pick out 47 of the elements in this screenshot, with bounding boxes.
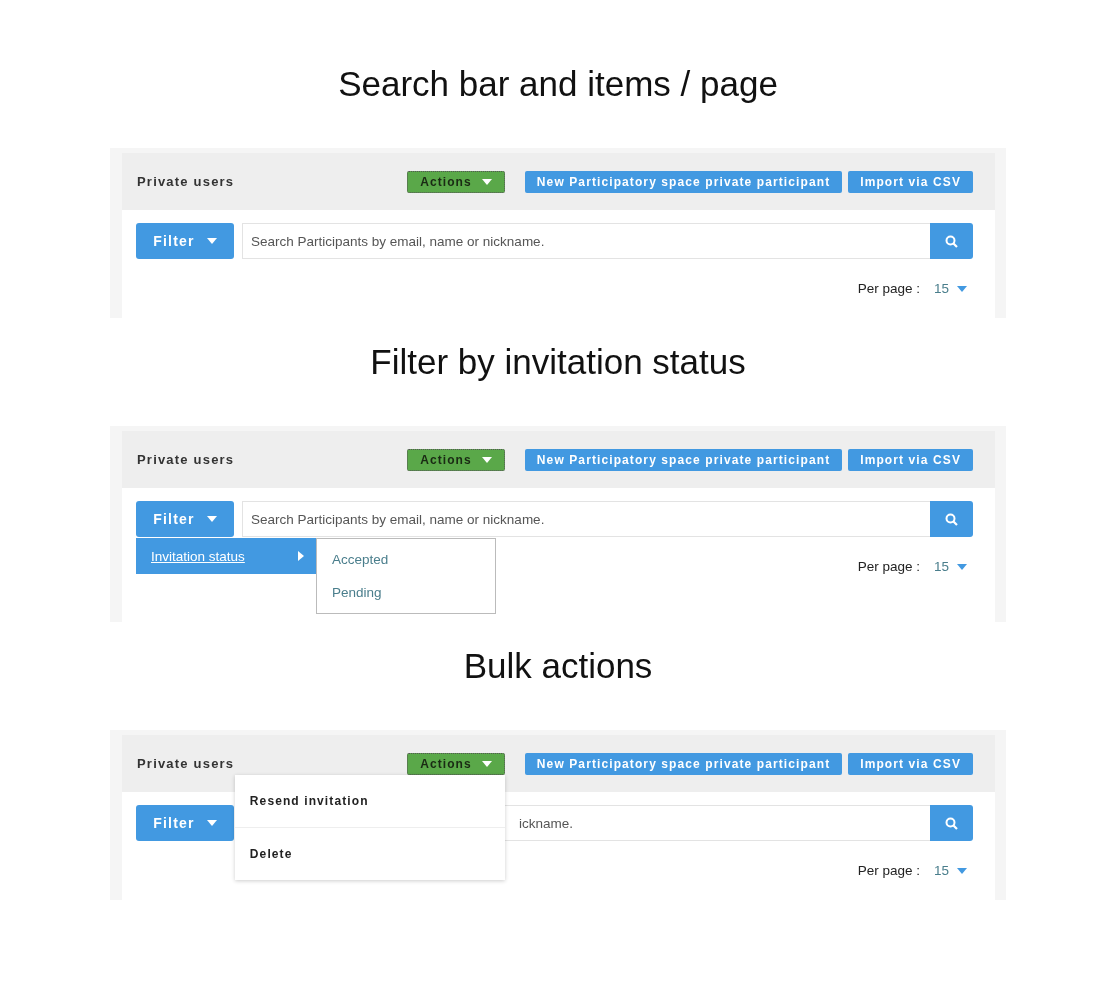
- caret-icon: [481, 178, 492, 185]
- caret-icon: [957, 867, 967, 874]
- header-button[interactable]: New Participatory space private participant: [524, 170, 843, 193]
- menu-item[interactable]: Delete: [234, 826, 505, 880]
- search-icon: [945, 816, 958, 830]
- search-field[interactable]: Search Participants by email, name or nickname.: [242, 223, 930, 259]
- filter-button[interactable]: Filter: [136, 223, 234, 259]
- header-button[interactable]: Import via CSV: [848, 170, 973, 193]
- caret-icon: [957, 563, 967, 570]
- caret-icon: [206, 516, 217, 522]
- filter-button[interactable]: Filter: [136, 501, 234, 537]
- search-button[interactable]: [930, 805, 973, 841]
- section-heading: Search bar and items / page: [338, 63, 778, 105]
- panel-title: Private users: [137, 174, 235, 189]
- section-heading: Bulk actions: [463, 645, 653, 687]
- filter-button[interactable]: Filter: [136, 805, 234, 841]
- section-heading: Filter by invitation status: [370, 341, 746, 383]
- arrow-right-icon: [298, 551, 304, 561]
- header-button[interactable]: New Participatory space private participant: [524, 448, 843, 471]
- search-button[interactable]: [930, 501, 973, 537]
- header-button[interactable]: Import via CSV: [848, 448, 973, 471]
- header-button[interactable]: New Participatory space private participant: [524, 752, 843, 775]
- per-page-select[interactable]: 15: [933, 281, 967, 296]
- submenu-item[interactable]: Accepted: [317, 543, 495, 576]
- actions-button[interactable]: Actions: [407, 448, 505, 471]
- search-icon: [945, 234, 958, 248]
- panel-title: Private users: [137, 756, 235, 771]
- caret-icon: [206, 820, 217, 826]
- caret-icon: [957, 285, 967, 292]
- filter-menu-item[interactable]: Invitation status: [136, 538, 316, 574]
- per-page-select[interactable]: 15: [933, 559, 967, 574]
- per-page-select[interactable]: 15: [933, 863, 967, 878]
- actions-button[interactable]: Actions: [407, 752, 505, 775]
- actions-button[interactable]: Actions: [407, 170, 505, 193]
- filter-link[interactable]: Invitation status: [151, 548, 245, 564]
- submenu-item[interactable]: Pending: [317, 576, 495, 609]
- search-button[interactable]: [930, 223, 973, 259]
- per-page-label: Per page :: [857, 863, 920, 878]
- search-icon: [945, 512, 958, 526]
- per-page-label: Per page :: [857, 281, 920, 296]
- caret-icon: [481, 760, 492, 767]
- caret-icon: [206, 238, 217, 244]
- panel-title: Private users: [137, 452, 235, 467]
- search-field[interactable]: Search Participants by email, name or nickname.: [242, 501, 930, 537]
- header-button[interactable]: Import via CSV: [848, 752, 973, 775]
- per-page-label: Per page :: [857, 559, 920, 574]
- caret-icon: [481, 456, 492, 463]
